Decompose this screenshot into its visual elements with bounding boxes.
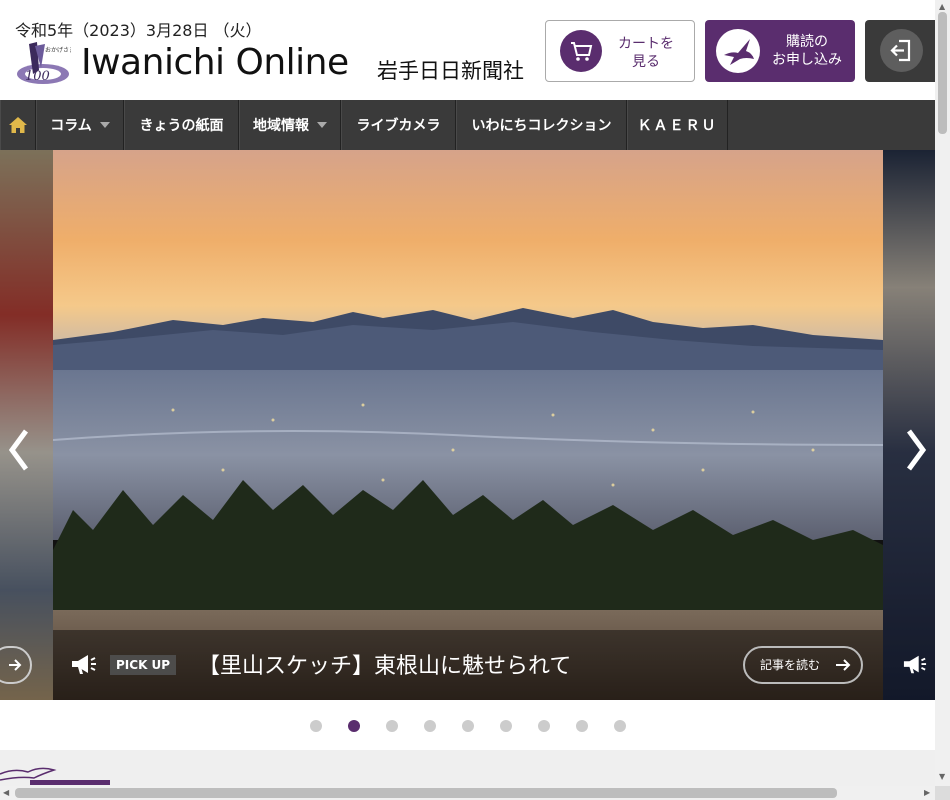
nav-item-todays-paper[interactable]: きょうの紙面: [124, 100, 239, 150]
vertical-scroll-thumb[interactable]: [938, 12, 947, 134]
logo-mark-icon: おかげさまで100周年 100: [17, 42, 71, 84]
cart-button-label: カートを 見る: [612, 35, 680, 71]
slider-dot-5[interactable]: [462, 720, 474, 732]
read-article-label: 記事を読む: [760, 658, 821, 672]
subscribe-button[interactable]: 購読の お申し込み: [705, 20, 855, 82]
read-article-button[interactable]: 記事を読む: [743, 646, 863, 684]
chevron-down-icon: [99, 122, 110, 128]
site-header: 令和5年（2023）3月28日 （火） おかげさまで100周年 100 Iwan…: [0, 0, 945, 100]
subscribe-label-line2: お申し込み: [772, 52, 842, 68]
scroll-left-icon[interactable]: ◀: [3, 788, 9, 798]
prev-slide-arrow[interactable]: [4, 425, 34, 475]
slider-dot-7[interactable]: [538, 720, 550, 732]
slider-dot-8[interactable]: [576, 720, 588, 732]
nav-item-label: ＫＡＥＲＵ: [637, 118, 718, 134]
scroll-down-icon[interactable]: ▼: [939, 772, 945, 782]
slider-dot-6[interactable]: [500, 720, 512, 732]
lower-section: [0, 750, 935, 786]
cart-button[interactable]: カートを 見る: [545, 20, 695, 82]
scrollbar-corner: [935, 786, 950, 800]
nav-item-iwanichi-collection[interactable]: いわにちコレクション: [456, 100, 627, 150]
scroll-right-icon[interactable]: ▶: [924, 788, 930, 798]
slide-caption-bar: PICK UP 【里山スケッチ】東根山に魅せられて 記事を読む: [53, 630, 883, 700]
slider-dot-4[interactable]: [424, 720, 436, 732]
nav-item-column[interactable]: コラム: [36, 100, 124, 150]
slider-dot-1[interactable]: [310, 720, 322, 732]
nav-item-label: 地域情報: [253, 118, 309, 134]
subscribe-label-line1: 購読の: [786, 34, 828, 50]
logo-subtitle: 岩手日日新聞社: [377, 59, 524, 83]
cart-label-line2: 見る: [632, 54, 660, 70]
section-accent-bar: [30, 780, 110, 785]
active-slide-image[interactable]: [53, 150, 883, 700]
main-nav: コラム きょうの紙面 地域情報 ライブカメラ いわにちコレクション ＫＡＥＲＵ: [0, 100, 935, 150]
scroll-up-icon[interactable]: ▲: [939, 2, 945, 12]
nav-item-kaeru[interactable]: ＫＡＥＲＵ: [627, 100, 728, 150]
slider-pagination: [0, 700, 935, 750]
mountain-city-photo: [53, 150, 883, 700]
chevron-down-icon: [317, 122, 327, 128]
site-logo[interactable]: おかげさまで100周年 100 Iwanichi Online 岩手日日新聞社: [15, 40, 535, 88]
subscribe-button-label: 購読の お申し込み: [767, 33, 847, 69]
next-slide-arrow[interactable]: [901, 425, 931, 475]
nav-item-label: コラム: [50, 118, 92, 134]
page: 令和5年（2023）3月28日 （火） おかげさまで100周年 100 Iwan…: [0, 0, 950, 800]
slider-dot-9[interactable]: [614, 720, 626, 732]
pickup-tag: PICK UP: [110, 655, 177, 675]
cart-label-line1: カートを: [618, 36, 674, 52]
nav-item-label: ライブカメラ: [356, 118, 441, 134]
logo-small-text: おかげさまで100周年: [45, 46, 71, 54]
login-icon: [880, 29, 923, 72]
horizontal-scroll-thumb[interactable]: [15, 788, 837, 798]
home-icon: [9, 117, 27, 133]
nav-item-local-info[interactable]: 地域情報: [239, 100, 341, 150]
nav-item-label: いわにちコレクション: [471, 118, 612, 134]
nav-item-live-camera[interactable]: ライブカメラ: [341, 100, 456, 150]
slider-dot-3[interactable]: [386, 720, 398, 732]
arrow-right-icon: [9, 659, 22, 671]
cart-icon: [560, 30, 602, 72]
logo-text: Iwanichi Online: [81, 42, 349, 83]
megaphone-icon: [903, 655, 927, 674]
slider-dot-2[interactable]: [348, 720, 360, 732]
hero-slider: PICK UP 【里山スケッチ】東根山に魅せられて 記事を読む: [0, 150, 935, 700]
login-button[interactable]: [865, 20, 945, 82]
current-date: 令和5年（2023）3月28日 （火）: [15, 21, 262, 40]
arrow-right-icon: [836, 659, 851, 671]
megaphone-icon: [72, 655, 96, 674]
slide-title[interactable]: 【里山スケッチ】東根山に魅せられて: [198, 648, 571, 680]
svg-text:100: 100: [25, 69, 50, 84]
nav-item-label: きょうの紙面: [139, 118, 224, 134]
dove-icon: [716, 29, 760, 73]
nav-home[interactable]: [0, 100, 36, 150]
